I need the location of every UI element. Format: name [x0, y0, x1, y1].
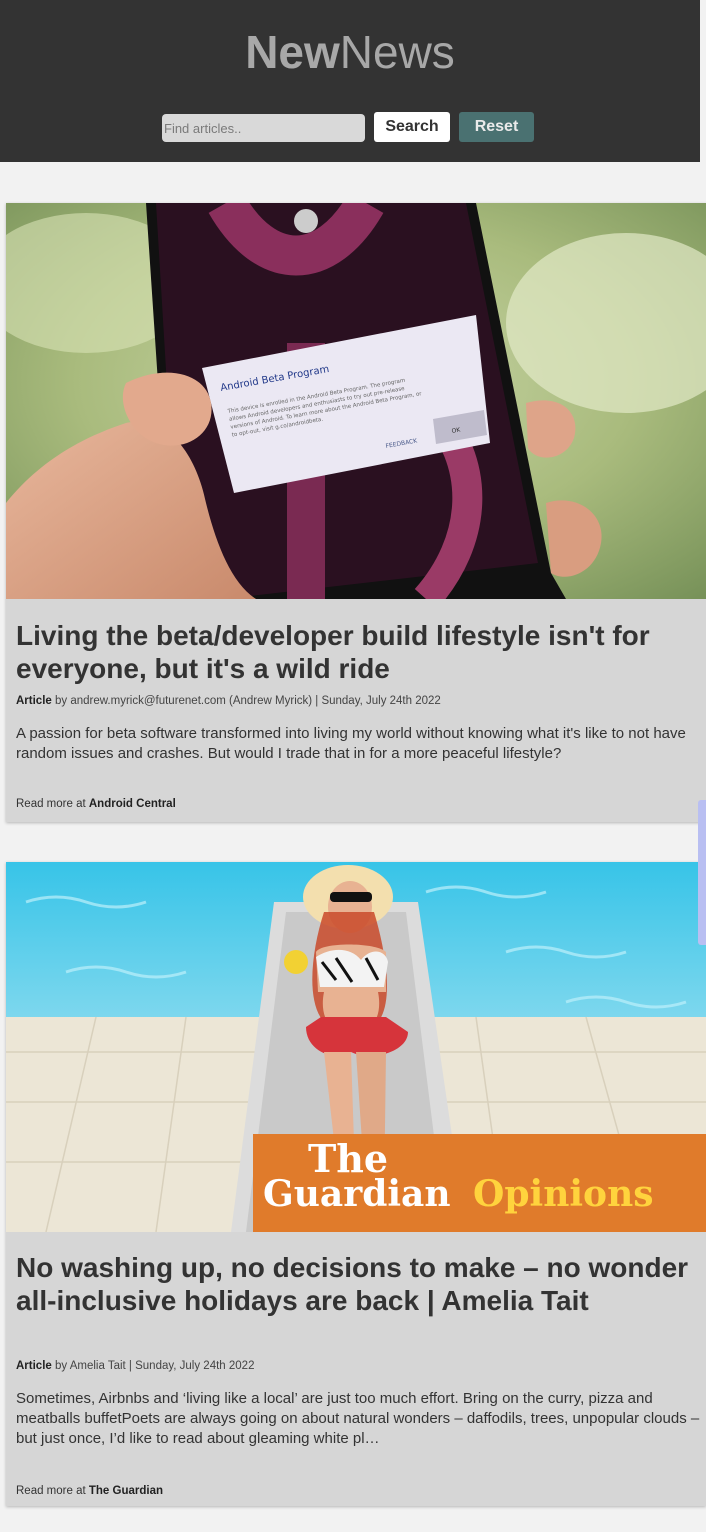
top-bar: NewNews Search Reset	[0, 0, 700, 162]
article-title[interactable]: No washing up, no decisions to make – no…	[16, 1251, 701, 1317]
search-input[interactable]	[162, 114, 365, 142]
reset-button[interactable]: Reset	[459, 112, 534, 142]
read-more-link[interactable]: Read more at The Guardian	[16, 1485, 163, 1497]
article-meta: Article by andrew.myrick@futurenet.com (…	[16, 695, 701, 707]
phone-photo: Android Beta Program This device is enro…	[6, 203, 706, 599]
logo-bold: New	[245, 26, 340, 78]
pool-photo: The Guardian Opinions	[6, 862, 706, 1232]
read-more-link[interactable]: Read more at Android Central	[16, 798, 176, 810]
article-card[interactable]: Android Beta Program This device is enro…	[6, 203, 706, 822]
read-more-prefix: Read more at	[16, 1485, 89, 1497]
article-image[interactable]: The Guardian Opinions	[6, 862, 706, 1232]
guardian-section: Opinions	[473, 1173, 654, 1215]
article-meta: Article by Amelia Tait | Sunday, July 24…	[16, 1360, 701, 1372]
guardian-brand-line2: Guardian	[263, 1173, 451, 1215]
article-description: A passion for beta software transformed …	[16, 725, 686, 762]
article-type: Article	[16, 1360, 52, 1372]
article-source: The Guardian	[88, 1485, 163, 1497]
article-type: Article	[16, 695, 52, 707]
site-logo[interactable]: NewNews	[0, 26, 700, 78]
search-bar: Search Reset	[0, 112, 700, 144]
search-button[interactable]: Search	[374, 112, 450, 142]
article-byline: by Amelia Tait | Sunday, July 24th 2022	[55, 1360, 255, 1372]
read-more-prefix: Read more at	[16, 798, 89, 810]
article-title[interactable]: Living the beta/developer build lifestyl…	[16, 619, 701, 685]
article-card[interactable]: The Guardian Opinions No washing up, no …	[6, 862, 706, 1506]
side-feedback-tab[interactable]	[698, 800, 706, 945]
article-image[interactable]: Android Beta Program This device is enro…	[6, 203, 706, 599]
article-description: Sometimes, Airbnbs and ‘living like a lo…	[16, 1390, 700, 1447]
logo-light: News	[339, 26, 455, 78]
article-source: Android Central	[88, 798, 176, 810]
article-byline: by andrew.myrick@futurenet.com (Andrew M…	[55, 695, 441, 707]
